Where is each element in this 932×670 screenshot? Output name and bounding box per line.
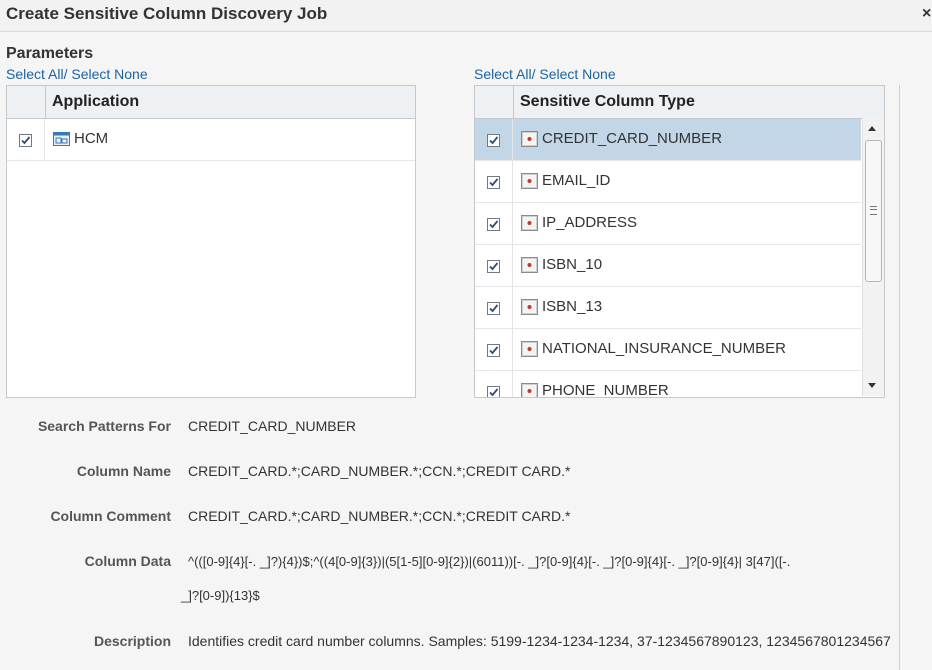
- sensitive-type-icon: [521, 383, 539, 397]
- application-label: HCM: [74, 130, 109, 147]
- column-name-value: CREDIT_CARD.*;CARD_NUMBER.*;CCN.*;CREDIT…: [188, 463, 571, 479]
- column-data-label: Column Data: [84, 553, 171, 569]
- column-comment-label: Column Comment: [50, 508, 171, 524]
- row-check-cell: [7, 119, 45, 160]
- header-check-cell: [475, 86, 514, 118]
- sensitive-type-checkbox[interactable]: [487, 302, 500, 315]
- application-table-header: Application: [7, 86, 415, 119]
- close-icon[interactable]: ×: [922, 5, 931, 23]
- row-check-cell: [475, 119, 513, 160]
- panel-divider: [899, 85, 900, 670]
- sensitive-type-icon: [521, 173, 539, 189]
- sensitive-type-label: NATIONAL_INSURANCE_NUMBER: [542, 340, 786, 357]
- application-icon: [53, 131, 71, 147]
- scroll-up-arrow-icon[interactable]: [868, 126, 876, 131]
- search-patterns-value: CREDIT_CARD_NUMBER: [188, 418, 357, 434]
- row-check-cell: [475, 161, 513, 202]
- sensitive-type-icon: [521, 299, 539, 315]
- sensitive-type-row[interactable]: IP_ADDRESS: [475, 203, 861, 245]
- sensitive-type-checkbox[interactable]: [487, 218, 500, 231]
- sensitive-type-label: CREDIT_CARD_NUMBER: [542, 130, 723, 147]
- scroll-thumb[interactable]: [865, 140, 882, 282]
- column-name-label: Column Name: [76, 463, 171, 479]
- sensitive-type-label: ISBN_13: [542, 298, 603, 315]
- sensitive-type-row[interactable]: NATIONAL_INSURANCE_NUMBER: [475, 329, 861, 371]
- sensitive-type-checkbox[interactable]: [487, 260, 500, 273]
- row-check-cell: [475, 329, 513, 370]
- sensitive-type-row[interactable]: ISBN_13: [475, 287, 861, 329]
- column-comment-value: CREDIT_CARD.*;CARD_NUMBER.*;CCN.*;CREDIT…: [188, 508, 571, 524]
- description-label: Description: [93, 633, 171, 649]
- sensitive-select-all-link[interactable]: Select All/ Select None: [474, 66, 616, 82]
- sensitive-type-row[interactable]: PHONE_NUMBER: [475, 371, 861, 398]
- parameters-heading: Parameters: [6, 45, 94, 62]
- sensitive-type-row[interactable]: CREDIT_CARD_NUMBER: [475, 119, 861, 161]
- dialog-titlebar: Create Sensitive Column Discovery Job ×: [0, 0, 932, 32]
- sensitive-type-row[interactable]: EMAIL_ID: [475, 161, 861, 203]
- sensitive-table-scrollbar[interactable]: [862, 118, 884, 396]
- sensitive-type-icon: [521, 131, 539, 147]
- column-data-value-line1: ^(([0-9]{4}[-. _]?){4})$;^((4[0-9]{3})|(…: [188, 554, 791, 569]
- application-select-all-link[interactable]: Select All/ Select None: [6, 66, 148, 82]
- application-table: Application HCM: [6, 85, 416, 398]
- sensitive-type-checkbox[interactable]: [487, 176, 500, 189]
- hcm-checkbox[interactable]: [19, 134, 32, 147]
- search-patterns-label: Search Patterns For: [37, 418, 171, 434]
- scroll-down-arrow-icon[interactable]: [868, 383, 876, 388]
- row-check-cell: [475, 371, 513, 397]
- dialog-title: Create Sensitive Column Discovery Job: [6, 4, 328, 23]
- application-row-hcm[interactable]: HCM: [7, 119, 415, 161]
- sensitive-type-label: EMAIL_ID: [542, 172, 611, 189]
- sensitive-type-label: PHONE_NUMBER: [542, 382, 669, 398]
- column-data-value-line2: _]?[0-9]){13}$: [181, 588, 260, 603]
- sensitive-type-icon: [521, 257, 539, 273]
- description-value: Identifies credit card number columns. S…: [188, 633, 891, 649]
- sensitive-column-type-table: Sensitive Column Type CREDIT_CARD_NUMBER…: [474, 85, 885, 398]
- sensitive-type-checkbox[interactable]: [487, 344, 500, 357]
- sensitive-type-row[interactable]: ISBN_10: [475, 245, 861, 287]
- header-check-cell: [7, 86, 46, 118]
- sensitive-type-checkbox[interactable]: [487, 386, 500, 397]
- row-check-cell: [475, 245, 513, 286]
- grip-icon: [870, 206, 877, 215]
- sensitive-type-icon: [521, 341, 539, 357]
- row-check-cell: [475, 287, 513, 328]
- sensitive-type-checkbox[interactable]: [487, 134, 500, 147]
- sensitive-type-label: ISBN_10: [542, 256, 603, 273]
- sensitive-type-icon: [521, 215, 539, 231]
- sensitive-type-label: IP_ADDRESS: [542, 214, 638, 231]
- sensitive-column-header: Sensitive Column Type: [520, 93, 695, 110]
- row-check-cell: [475, 203, 513, 244]
- sensitive-table-header: Sensitive Column Type: [475, 86, 884, 119]
- application-column-header: Application: [52, 93, 140, 110]
